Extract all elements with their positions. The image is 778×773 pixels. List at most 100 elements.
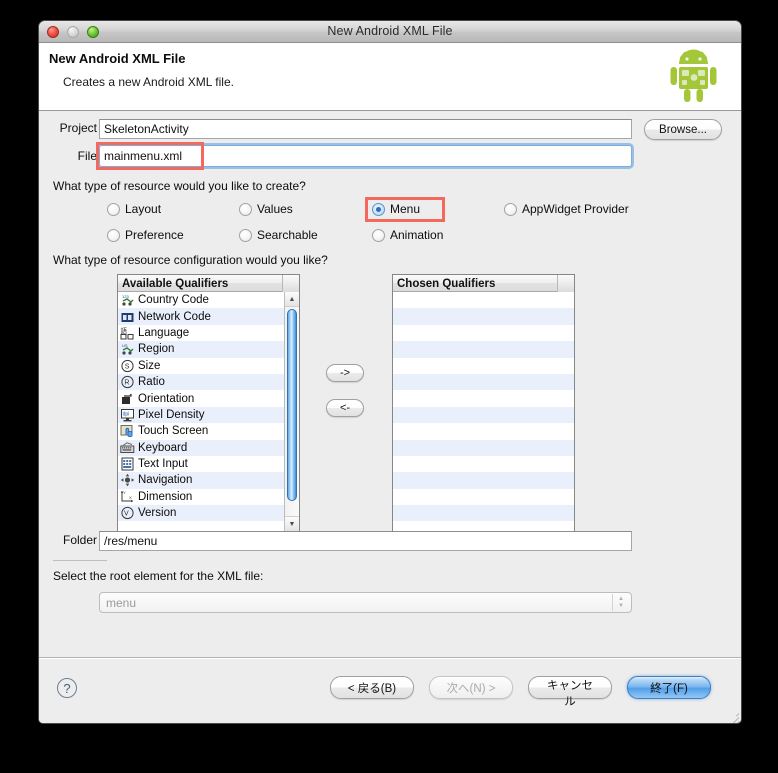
qualifier-label: Size (138, 359, 161, 372)
folder-row: Folder (53, 533, 97, 547)
available-qualifiers-scrollbar[interactable]: ▲ ▼ (284, 292, 299, 531)
chosen-qualifier-row[interactable] (393, 456, 574, 472)
qualifier-row[interactable]: R Ratio (118, 373, 284, 391)
radio-appwidget-provider-indicator (504, 202, 517, 216)
chosen-qualifier-row[interactable] (393, 308, 574, 325)
chosen-qualifier-row[interactable] (393, 505, 574, 522)
chosen-qualifier-row[interactable] (393, 472, 574, 489)
qualifier-label: Region (138, 343, 175, 356)
orientation-icon (120, 392, 135, 406)
browse-button[interactable]: Browse... (644, 119, 722, 140)
chosen-qualifier-row[interactable] (393, 439, 574, 456)
chosen-qualifiers-list[interactable] (393, 292, 574, 532)
dialog-window: New Android XML File New Android XML Fil… (38, 20, 742, 724)
resize-grip-icon[interactable] (725, 708, 740, 723)
add-qualifier-button[interactable]: -> (326, 364, 364, 382)
project-label: Project (59, 121, 97, 135)
qualifier-row[interactable]: 123 Country Code (118, 292, 284, 308)
svg-text:V: V (124, 511, 129, 518)
available-header-corner (282, 275, 299, 292)
chosen-qualifier-row[interactable] (393, 423, 574, 439)
qualifier-label: Keyboard (138, 441, 188, 454)
root-element-stepper-icon[interactable]: ▲ ▼ (612, 594, 629, 611)
svg-text:Y: Y (123, 490, 126, 495)
radio-preference-indicator (107, 228, 120, 242)
qualifier-row[interactable]: Y X Dimension (118, 489, 284, 505)
back-button[interactable]: < 戻る(B) (330, 676, 414, 699)
available-qualifiers-list[interactable]: 123 Country Code Network Code 語 Language US Re… (118, 292, 284, 532)
svg-text:X: X (129, 495, 132, 500)
root-element-select[interactable]: menu ▲ ▼ (99, 592, 632, 613)
qualifier-label: Language (138, 326, 190, 339)
svg-text:dpi: dpi (123, 412, 130, 418)
radio-layout-indicator (107, 202, 120, 216)
radio-appwidget-provider-label: AppWidget Provider (522, 202, 629, 216)
wizard-body: Project Browse... File What type of reso… (39, 111, 741, 657)
radio-menu[interactable]: Menu (372, 202, 420, 216)
qualifier-row[interactable]: Orientation (118, 390, 284, 406)
finish-button[interactable]: 終了(F) (627, 676, 711, 699)
qualifier-row[interactable]: S Size (118, 358, 284, 374)
file-row: File (53, 149, 97, 163)
available-qualifiers-panel: Available Qualifiers 123 Country Code Netw… (117, 274, 300, 532)
project-input[interactable] (99, 119, 632, 139)
qualifier-row[interactable]: Navigation (118, 472, 284, 489)
qualifier-row[interactable]: Keyboard (118, 439, 284, 456)
chosen-qualifier-row[interactable] (393, 373, 574, 391)
qualifier-row[interactable]: dpi Pixel Density (118, 406, 284, 424)
qualifier-label: Version (138, 507, 177, 520)
network-code-icon (120, 310, 135, 324)
radio-values[interactable]: Values (239, 202, 293, 216)
scroll-up-arrow[interactable]: ▲ (285, 292, 299, 307)
qualifier-row[interactable]: V Version (118, 505, 284, 522)
remove-qualifier-button[interactable]: <- (326, 399, 364, 417)
qualifier-label: Dimension (138, 490, 193, 503)
qualifier-row[interactable]: US Region (118, 341, 284, 358)
project-row: Project (53, 121, 97, 135)
wizard-subtitle: Creates a new Android XML file. (63, 75, 234, 89)
radio-values-indicator (239, 202, 252, 216)
chosen-qualifier-row[interactable] (393, 489, 574, 505)
wizard-header: New Android XML File Creates a new Andro… (39, 43, 741, 111)
radio-preference[interactable]: Preference (107, 228, 184, 242)
qualifier-row[interactable]: Touch Screen (118, 423, 284, 439)
size-icon: S (120, 359, 135, 373)
scrollbar-thumb[interactable] (287, 309, 297, 501)
qualifier-row[interactable]: 語 Language (118, 325, 284, 341)
file-label: File (77, 149, 97, 163)
chosen-qualifier-row[interactable] (393, 341, 574, 358)
qualifier-label: Country Code (138, 294, 209, 307)
qualifier-label: Text Input (138, 458, 188, 471)
folder-input[interactable] (99, 531, 632, 551)
qualifier-label: Ratio (138, 376, 165, 389)
qualifier-row[interactable]: Text Input (118, 456, 284, 472)
country-code-icon: 123 (120, 293, 135, 307)
chosen-qualifier-row[interactable] (393, 325, 574, 341)
qualifier-label: Orientation (138, 392, 195, 405)
radio-appwidget-provider[interactable]: AppWidget Provider (504, 202, 629, 216)
language-icon: 語 (120, 326, 135, 340)
chosen-qualifiers-header-label: Chosen Qualifiers (397, 277, 496, 290)
radio-animation[interactable]: Animation (372, 228, 443, 242)
radio-searchable[interactable]: Searchable (239, 228, 318, 242)
root-element-value: menu (106, 595, 137, 610)
radio-menu-label: Menu (390, 202, 421, 216)
file-input[interactable] (99, 145, 632, 167)
svg-text:語: 語 (121, 326, 128, 335)
chosen-qualifier-row[interactable] (393, 406, 574, 424)
radio-animation-label: Animation (390, 228, 444, 242)
help-icon[interactable]: ? (57, 678, 77, 698)
cancel-button[interactable]: キャンセル (528, 676, 612, 708)
scroll-down-arrow[interactable]: ▼ (285, 516, 299, 531)
chosen-qualifier-row[interactable] (393, 390, 574, 406)
svg-text:R: R (124, 380, 129, 387)
qualifier-label: Touch Screen (138, 425, 209, 438)
chosen-qualifier-row[interactable] (393, 292, 574, 308)
chosen-qualifier-row[interactable] (393, 358, 574, 374)
qualifier-label: Pixel Density (138, 408, 205, 421)
available-qualifiers-header: Available Qualifiers (118, 275, 299, 292)
qualifier-row[interactable]: Network Code (118, 308, 284, 325)
radio-layout[interactable]: Layout (107, 202, 161, 216)
android-robot-logo (667, 44, 729, 111)
configuration-question: What type of resource configuration woul… (53, 253, 328, 267)
